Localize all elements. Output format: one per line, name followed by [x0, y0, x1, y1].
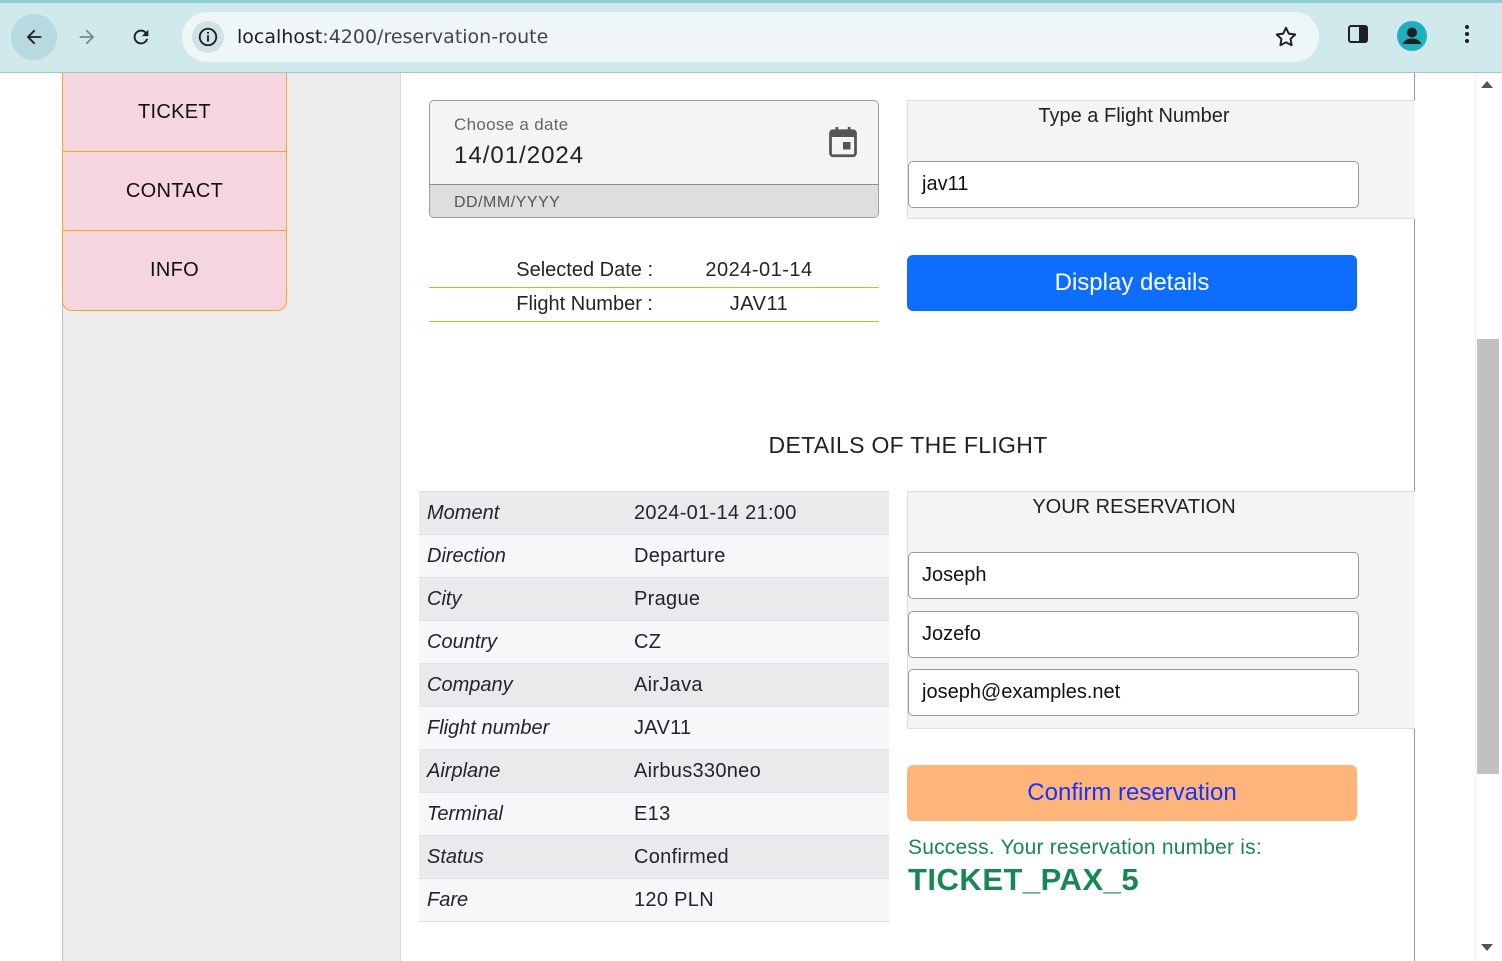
date-picker-field[interactable]: Choose a date 14/01/2024 DD/MM/YYYY: [429, 100, 879, 218]
detail-key: Moment: [427, 501, 500, 524]
arrow-right-icon: [79, 29, 95, 45]
table-row: Company AirJava: [419, 664, 889, 707]
table-row: Direction Departure: [419, 535, 889, 578]
arrow-left-icon: [26, 29, 42, 45]
flight-number-value: JAV11: [729, 293, 789, 315]
detail-value: Departure: [634, 544, 726, 567]
side-menu: TICKET CONTACT INFO: [62, 73, 287, 311]
summary-row-date: Selected Date : 2024-01-14: [429, 254, 879, 288]
forward-button[interactable]: [64, 14, 110, 60]
detail-key: City: [427, 587, 462, 610]
details-title: DETAILS OF THE FLIGHT: [768, 432, 1048, 458]
reload-icon: [133, 29, 149, 45]
selected-date-value: 2024-01-14: [705, 259, 813, 281]
table-row: Flight number JAV11: [419, 707, 889, 750]
flight-number-label: Flight Number :: [516, 293, 653, 315]
url-host: localhost: [237, 26, 323, 48]
detail-value: Airbus330neo: [634, 759, 762, 782]
summary-row-flight: Flight Number : JAV11: [429, 288, 879, 322]
menu-item-ticket[interactable]: TICKET: [63, 73, 286, 152]
back-button[interactable]: [11, 14, 57, 60]
site-info-button[interactable]: [192, 21, 224, 53]
browser-toolbar: localhost:4200/reservation-route: [0, 0, 1502, 73]
calendar-icon[interactable]: [828, 125, 858, 164]
reload-button[interactable]: [118, 14, 164, 60]
reservation-title: YOUR RESERVATION: [1032, 496, 1236, 518]
table-row: Fare 120 PLN: [419, 879, 889, 922]
date-field-label: Choose a date: [454, 115, 569, 134]
date-format-hint: DD/MM/YYYY: [430, 184, 878, 217]
success-message: Success. Your reservation number is:: [908, 836, 1262, 859]
address-bar[interactable]: localhost:4200/reservation-route: [182, 12, 1319, 62]
detail-key: Status: [427, 845, 484, 868]
detail-key: Terminal: [427, 802, 503, 825]
tab-strip-edge: [0, 0, 1502, 3]
date-input[interactable]: 14/01/2024: [454, 142, 584, 170]
detail-key: Fare: [427, 888, 469, 911]
email-input[interactable]: joseph@examples.net: [908, 669, 1359, 716]
bookmark-star-icon[interactable]: [1273, 24, 1299, 55]
scrollbar-thumb[interactable]: [1477, 339, 1499, 774]
flight-number-title: Type a Flight Number: [1038, 105, 1230, 127]
detail-value: JAV11: [634, 716, 692, 739]
table-row: Terminal E13: [419, 793, 889, 836]
detail-value: Confirmed: [634, 845, 729, 868]
table-row: City Prague: [419, 578, 889, 621]
reservation-card: YOUR RESERVATION Joseph Jozefo joseph@ex…: [907, 491, 1415, 729]
menu-item-contact[interactable]: CONTACT: [63, 152, 286, 231]
detail-value: 2024-01-14 21:00: [634, 501, 797, 524]
ticket-number: TICKET_PAX_5: [908, 862, 1140, 897]
scroll-down-arrow-icon[interactable]: [1481, 944, 1493, 951]
detail-key: Country: [427, 630, 498, 653]
detail-key: Airplane: [427, 759, 501, 782]
detail-key: Flight number: [427, 716, 550, 739]
browser-menu-icon[interactable]: [1455, 22, 1479, 51]
detail-value: AirJava: [634, 673, 703, 696]
first-name-input[interactable]: Joseph: [908, 552, 1359, 599]
info-icon: [198, 27, 218, 47]
profile-avatar-icon[interactable]: [1396, 20, 1428, 57]
selection-summary: Selected Date : 2024-01-14 Flight Number…: [429, 254, 879, 322]
last-name-input[interactable]: Jozefo: [908, 611, 1359, 658]
detail-value: Prague: [634, 587, 701, 610]
detail-key: Company: [427, 673, 513, 696]
scroll-up-arrow-icon[interactable]: [1481, 81, 1493, 88]
flight-details-table: Moment 2024-01-14 21:00 Direction Departur…: [419, 491, 889, 922]
flight-number-input[interactable]: jav11: [908, 161, 1359, 208]
detail-value: E13: [634, 802, 671, 825]
detail-value: 120 PLN: [634, 888, 714, 911]
flight-number-card: Type a Flight Number jav11: [907, 100, 1415, 219]
table-row: Country CZ: [419, 621, 889, 664]
side-panel-icon[interactable]: [1346, 22, 1370, 51]
url-text: localhost:4200/reservation-route: [237, 26, 548, 48]
detail-key: Direction: [427, 544, 506, 567]
detail-value: CZ: [634, 630, 662, 653]
table-row: Moment 2024-01-14 21:00: [419, 492, 889, 535]
table-row: Status Confirmed: [419, 836, 889, 879]
menu-item-info[interactable]: INFO: [63, 231, 286, 310]
table-row: Airplane Airbus330neo: [419, 750, 889, 793]
confirm-reservation-button[interactable]: Confirm reservation: [907, 765, 1357, 821]
selected-date-label: Selected Date :: [516, 259, 653, 281]
display-details-button[interactable]: Display details: [907, 255, 1357, 311]
url-path: :4200/reservation-route: [322, 26, 549, 48]
